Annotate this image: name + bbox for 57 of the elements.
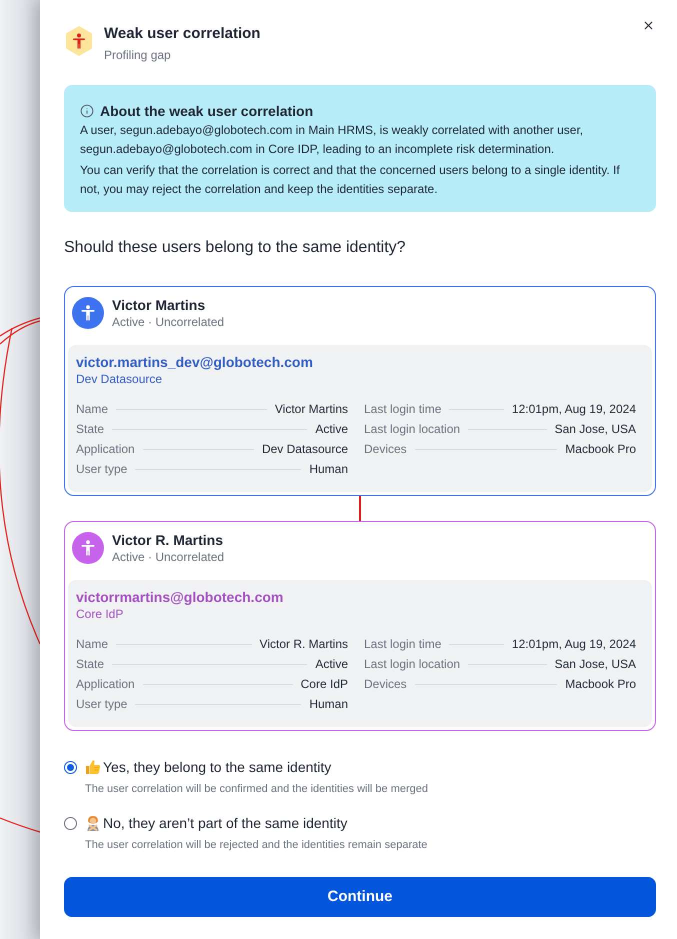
sheet-title: Weak user correlation: [104, 24, 260, 44]
field-label: User type: [76, 461, 128, 477]
field-label: State: [76, 421, 104, 437]
field-value: Victor R. Martins: [260, 636, 348, 652]
field-label: User type: [76, 696, 128, 712]
option-label: No, they aren’t part of the same identity: [103, 814, 348, 833]
field-label: Devices: [364, 441, 407, 457]
callout-text: You can verify that the correlation is correct and that the concerned users belong to a single identity. If not, you may reject the correlation and keep the identities separate.: [80, 162, 621, 198]
sheet-subtitle: Profiling gap: [104, 47, 172, 64]
field-value: San Jose, USA: [554, 656, 636, 672]
question-text: Should these users belong to the same identity?: [64, 238, 407, 258]
account-email: victor.martins_dev@globotech.com: [76, 353, 314, 371]
callout-title: About the weak user correlation: [100, 102, 314, 121]
person-crossed-arms-icon: [85, 815, 101, 831]
field-value: Human: [309, 461, 348, 477]
hexagon-person-icon: [66, 26, 92, 56]
user-status: Active · Uncorrelated: [112, 549, 224, 565]
field-label: Last login location: [364, 656, 460, 672]
user-status: Active · Uncorrelated: [112, 314, 224, 330]
info-icon: [80, 104, 94, 118]
field-value: Active: [315, 421, 348, 437]
datasource-name: Core IdP: [76, 606, 124, 622]
field-value: 12:01pm, Aug 19, 2024: [512, 401, 636, 417]
option-label: Yes, they belong to the same identity: [103, 758, 332, 777]
radio-button[interactable]: [64, 760, 77, 774]
thumbs-up-icon: [85, 759, 101, 775]
field-label: Name: [76, 401, 108, 417]
account-email: victorrmartins@globotech.com: [76, 588, 284, 606]
field-value: Human: [309, 696, 348, 712]
field-value: Macbook Pro: [565, 676, 636, 692]
continue-button[interactable]: Continue: [64, 877, 656, 917]
user-name: Victor Martins: [112, 296, 206, 314]
field-value: Active: [315, 656, 348, 672]
field-label: Application: [76, 441, 135, 457]
connection-line: [0, 817, 40, 833]
user-name: Victor R. Martins: [112, 531, 224, 549]
radio-button[interactable]: [64, 816, 77, 830]
field-label: State: [76, 656, 104, 672]
field-value: Macbook Pro: [565, 441, 636, 457]
field-label: Name: [76, 636, 108, 652]
datasource-name: Dev Datasource: [76, 371, 164, 387]
field-label: Devices: [364, 676, 407, 692]
close-button[interactable]: [642, 19, 655, 32]
field-label: Last login time: [364, 401, 442, 417]
field-value: Core IdP: [300, 676, 348, 692]
field-value: 12:01pm, Aug 19, 2024: [512, 636, 636, 652]
field-value: Victor Martins: [274, 401, 348, 417]
field-value: Dev Datasource: [262, 441, 348, 457]
close-icon: [642, 19, 655, 32]
option-description: The user correlation will be confirmed and the identities will be merged: [84, 782, 430, 797]
connector-line: [359, 496, 361, 521]
callout-text: A user, segun.adebayo@globotech.com in Main HRMS, is weakly correlated with another user, segun.adebayo@globotech.com in Core IDP, leading to an incomplete risk determination.: [80, 122, 584, 158]
field-label: Last login time: [364, 636, 442, 652]
field-label: Last login location: [364, 421, 460, 437]
field-label: Application: [76, 676, 135, 692]
field-value: San Jose, USA: [554, 421, 636, 437]
option-description: The user correlation will be rejected and the identities remain separate: [84, 838, 428, 853]
